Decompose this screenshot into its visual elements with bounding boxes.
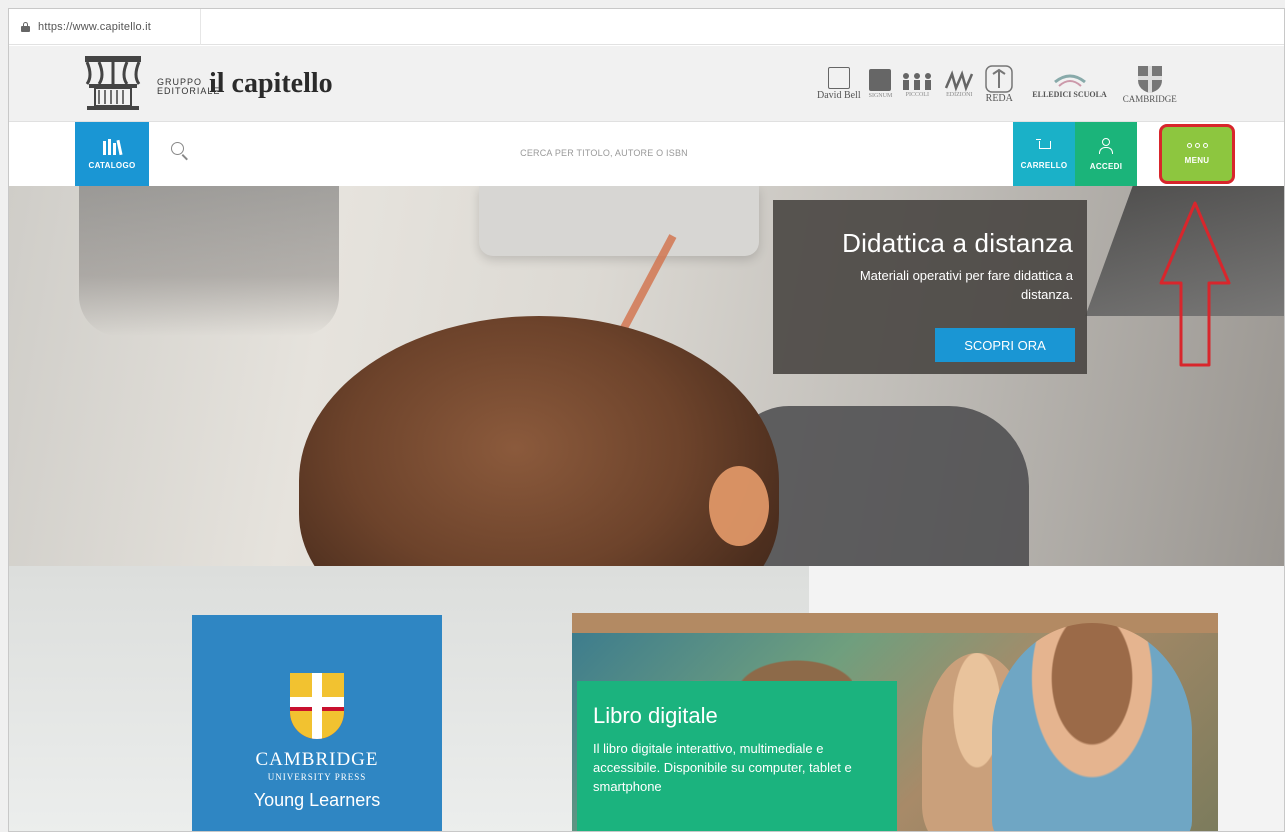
hero-photo-child-head [299, 316, 779, 566]
browser-window: https://www.capitello.it GRUPPO EDITORIA… [8, 8, 1285, 832]
annotation-arrow [1159, 201, 1231, 367]
partner-piccoli[interactable]: PICCOLI [900, 60, 934, 108]
piccoli-icon [903, 73, 932, 90]
promo-text: Materiali operativi per fare didattica a… [859, 268, 1073, 302]
search-input[interactable] [204, 136, 1004, 170]
cart-button[interactable]: CARRELLO [1013, 122, 1075, 186]
menu-label: MENU [1184, 156, 1210, 165]
partner-elledici[interactable]: ELLEDICI SCUOLA [1032, 60, 1107, 108]
user-icon [1099, 137, 1113, 154]
promo-title: Didattica a distanza [842, 228, 1073, 258]
lock-icon [21, 22, 30, 32]
david-bell-icon [827, 67, 850, 89]
cambridge-shield-icon [1137, 66, 1162, 93]
search-nav-bar: CATALOGO CARRELLO ACCEDI MENU [9, 122, 1284, 186]
signum-icon [869, 69, 892, 91]
hero-photo-ear [709, 466, 769, 546]
partner-reda[interactable]: REDA [984, 60, 1014, 108]
partner-edizioni[interactable]: EDIZIONI [942, 60, 976, 108]
young-learners-label: Young Learners [253, 790, 381, 810]
hero-photo-tablet [479, 186, 759, 256]
partner-logos: David Bell SIGNUM PICCOLI EDIZIONI REDA … [817, 54, 1177, 114]
lower-section: CAMBRIDGE UNIVERSITY PRESS Young Learner… [9, 566, 1284, 831]
hero-photo-cup [79, 186, 339, 336]
brand-header: GRUPPO EDITORIALE il capitello David Bel… [9, 46, 1284, 122]
search-icon[interactable] [171, 142, 189, 161]
digital-book-text: Il libro digitale interattivo, multimedi… [593, 741, 852, 794]
digital-book-banner[interactable]: Libro digitale Il libro digitale interat… [572, 613, 1218, 831]
more-dots-icon [1186, 143, 1208, 148]
cambridge-shield-icon [290, 673, 344, 739]
catalog-label: CATALOGO [88, 160, 136, 170]
site-logo-name[interactable]: il capitello [209, 68, 333, 100]
digital-book-title: Libro digitale [593, 703, 718, 728]
url-text[interactable]: https://www.capitello.it [38, 21, 151, 33]
photo-boy [992, 623, 1192, 831]
distance-learning-promo: Didattica a distanza Materiali operativi… [773, 200, 1087, 374]
partner-david-bell[interactable]: David Bell [817, 60, 861, 108]
discover-now-button[interactable]: SCOPRI ORA [935, 328, 1075, 362]
digital-book-box: Libro digitale Il libro digitale interat… [577, 681, 897, 831]
catalog-button[interactable]: CATALOGO [75, 122, 149, 186]
cambridge-name: CAMBRIDGE [255, 749, 379, 770]
menu-button[interactable]: MENU [1159, 124, 1235, 184]
cambridge-young-learners-card[interactable]: CAMBRIDGE UNIVERSITY PRESS Young Learner… [192, 615, 442, 831]
partner-cambridge[interactable]: CAMBRIDGE [1123, 60, 1177, 108]
capital-column-logo[interactable] [79, 54, 147, 112]
edizioni-icon [945, 70, 974, 92]
partner-signum[interactable]: SIGNUM [869, 60, 892, 108]
books-icon [103, 138, 123, 155]
reda-icon [985, 65, 1014, 93]
url-field[interactable]: https://www.capitello.it [9, 9, 201, 45]
cambridge-sub: UNIVERSITY PRESS [267, 772, 367, 782]
cart-label: CARRELLO [1020, 160, 1068, 170]
login-label: ACCEDI [1089, 161, 1123, 171]
cart-icon [1036, 138, 1052, 153]
elledici-icon [1053, 74, 1086, 87]
address-bar[interactable]: https://www.capitello.it [9, 9, 1284, 45]
hero-banner: Didattica a distanza Materiali operativi… [9, 186, 1284, 566]
login-button[interactable]: ACCEDI [1075, 122, 1137, 186]
